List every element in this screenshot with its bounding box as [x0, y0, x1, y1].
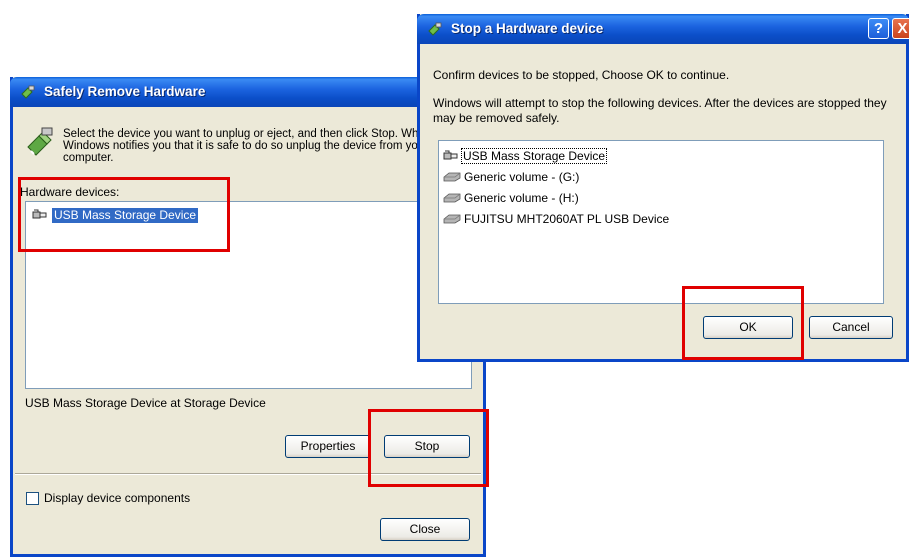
window-close-button[interactable]: X: [892, 18, 909, 39]
highlight-box: [682, 286, 804, 360]
list-item[interactable]: Generic volume - (G:): [443, 168, 579, 186]
window-title: Stop a Hardware device: [451, 21, 604, 36]
title-bar[interactable]: Stop a Hardware device ? X: [417, 14, 909, 44]
list-item[interactable]: USB Mass Storage Device: [443, 147, 608, 165]
close-button[interactable]: Close: [380, 518, 470, 541]
list-item[interactable]: Generic volume - (H:): [443, 189, 579, 207]
list-item-label: Generic volume - (H:): [464, 191, 579, 205]
list-item-label: USB Mass Storage Device: [460, 148, 608, 164]
hardware-remove-icon: [428, 22, 442, 36]
highlight-box: [368, 409, 489, 487]
stop-hardware-device-dialog: Stop a Hardware device ? X Confirm devic…: [417, 14, 909, 362]
status-text: USB Mass Storage Device at Storage Devic…: [25, 396, 266, 410]
hardware-remove-icon: [27, 127, 53, 156]
drive-icon: [443, 193, 461, 203]
hardware-remove-icon: [21, 85, 35, 99]
display-components-label[interactable]: Display device components: [44, 491, 190, 505]
cancel-button[interactable]: Cancel: [809, 316, 893, 339]
display-components-option[interactable]: Display device components: [26, 491, 190, 505]
properties-button[interactable]: Properties: [285, 435, 371, 458]
window-title: Safely Remove Hardware: [44, 84, 206, 99]
drive-icon: [443, 214, 461, 224]
usb-plug-icon: [443, 150, 458, 160]
drive-icon: [443, 172, 461, 182]
devices-to-stop-list[interactable]: USB Mass Storage Device Generic volume -…: [438, 140, 884, 304]
help-button[interactable]: ?: [868, 18, 889, 39]
confirm-text: Confirm devices to be stopped, Choose OK…: [433, 68, 730, 82]
title-bar[interactable]: Safely Remove Hardware: [10, 77, 486, 107]
highlight-box: [18, 177, 230, 252]
warning-text: Windows will attempt to stop the followi…: [433, 96, 887, 125]
list-item-label: Generic volume - (G:): [464, 170, 580, 184]
list-item[interactable]: FUJITSU MHT2060AT PL USB Device: [443, 210, 669, 228]
display-components-checkbox[interactable]: [26, 491, 39, 505]
list-item-label: FUJITSU MHT2060AT PL USB Device: [464, 212, 670, 226]
